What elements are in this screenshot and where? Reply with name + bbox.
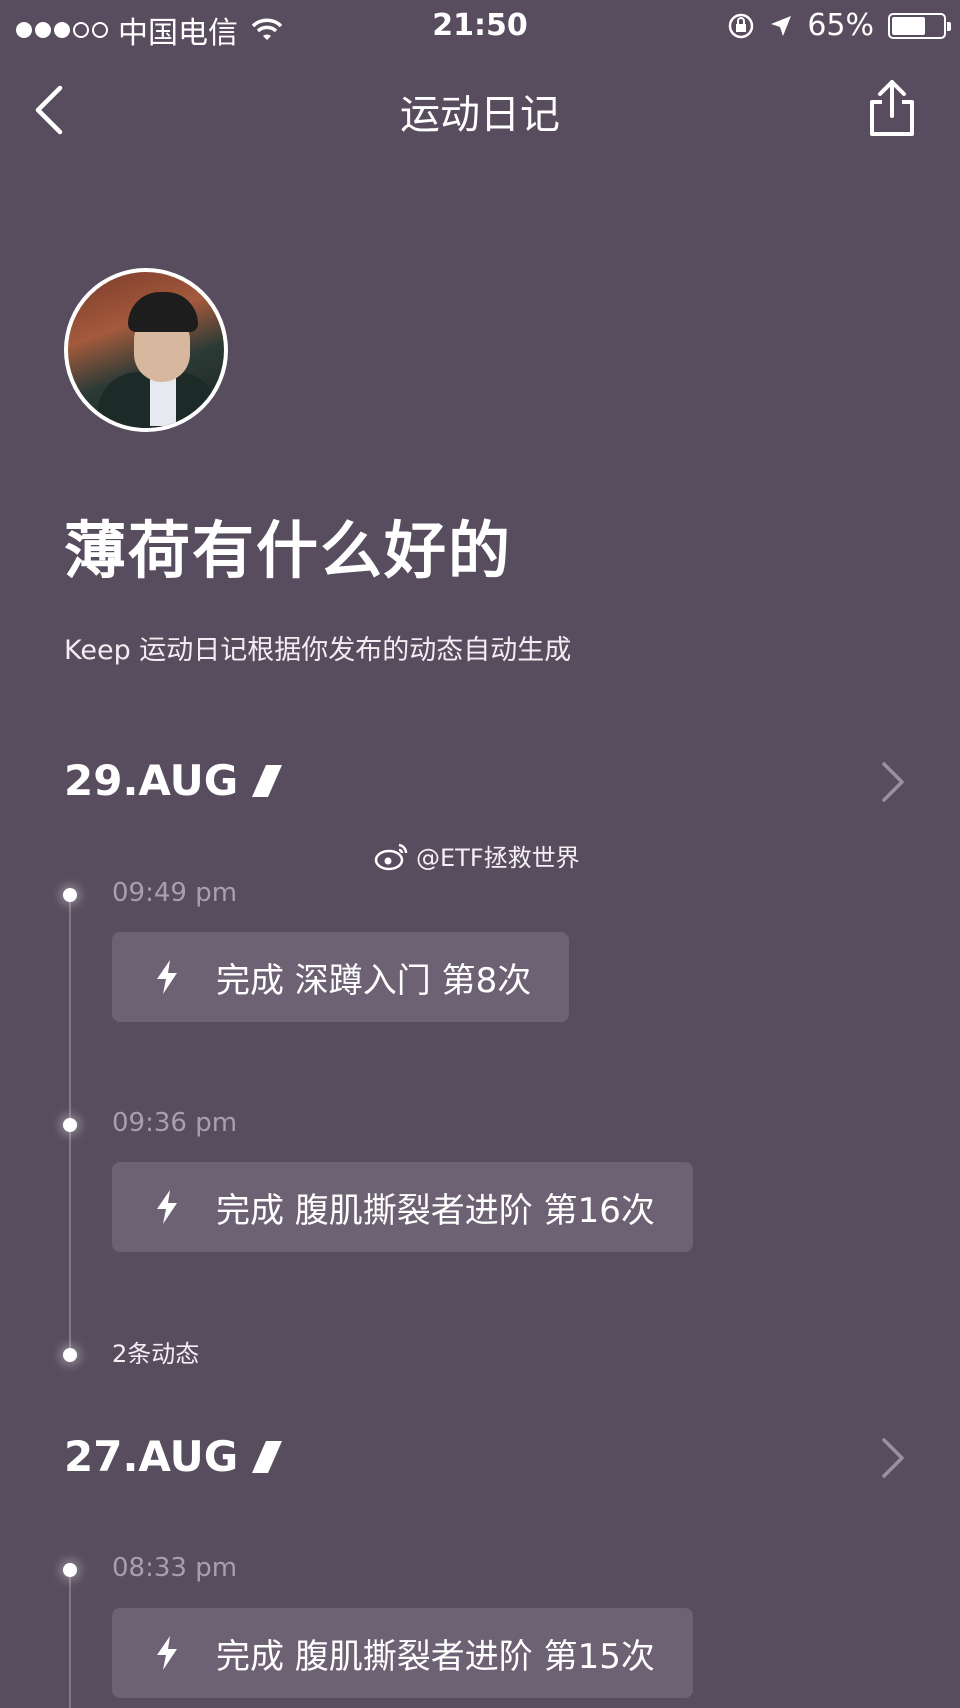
rotation-lock-icon bbox=[729, 13, 754, 38]
username: 薄荷有什么好的 bbox=[64, 514, 513, 587]
watermark: @ETF拯救世界 bbox=[374, 838, 580, 873]
status-bar: 中国电信 21:50 65% bbox=[0, 0, 960, 54]
slash-icon bbox=[252, 764, 283, 797]
entry-time: 09:49 pm bbox=[112, 878, 238, 908]
nav-bar: 运动日记 bbox=[0, 60, 960, 156]
timeline-dot bbox=[63, 1118, 77, 1132]
activity-card[interactable]: 完成 腹肌撕裂者进阶 第16次 bbox=[112, 1162, 693, 1252]
entry-count[interactable]: 2条动态 bbox=[112, 1334, 199, 1369]
activity-card[interactable]: 完成 深蹲入门 第8次 bbox=[112, 932, 570, 1022]
timeline-dot bbox=[63, 888, 77, 902]
lightning-bolt-icon bbox=[157, 960, 177, 994]
timeline-line bbox=[69, 1568, 71, 1708]
chevron-right-icon[interactable] bbox=[878, 1436, 908, 1480]
battery-icon bbox=[888, 12, 951, 39]
battery-percent: 65% bbox=[807, 8, 874, 43]
watermark-text: @ETF拯救世界 bbox=[416, 844, 580, 872]
entry-time: 08:33 pm bbox=[112, 1553, 238, 1583]
activity-text: 完成 腹肌撕裂者进阶 第16次 bbox=[216, 1190, 655, 1231]
date-header[interactable]: 27.AUG bbox=[64, 1432, 283, 1481]
chevron-right-icon[interactable] bbox=[878, 760, 908, 804]
page-title: 运动日记 bbox=[400, 92, 560, 138]
entry-time: 09:36 pm bbox=[112, 1108, 238, 1138]
battery-level bbox=[892, 16, 925, 35]
timeline-dot bbox=[63, 1563, 77, 1577]
date-label: 29.AUG bbox=[64, 756, 239, 805]
timeline-dot bbox=[63, 1348, 77, 1362]
avatar[interactable] bbox=[64, 268, 228, 432]
share-icon[interactable] bbox=[862, 76, 922, 140]
status-right: 65% bbox=[727, 8, 951, 43]
activity-text: 完成 深蹲入门 第8次 bbox=[216, 960, 532, 1001]
location-arrow-icon bbox=[771, 15, 792, 36]
slash-icon bbox=[252, 1440, 283, 1473]
activity-card[interactable]: 完成 腹肌撕裂者进阶 第15次 bbox=[112, 1608, 693, 1698]
subtitle: Keep 运动日记根据你发布的动态自动生成 bbox=[64, 635, 572, 666]
date-label: 27.AUG bbox=[64, 1432, 239, 1481]
activity-text: 完成 腹肌撕裂者进阶 第15次 bbox=[216, 1636, 655, 1677]
weibo-icon bbox=[374, 843, 408, 870]
lightning-bolt-icon bbox=[157, 1636, 177, 1670]
lightning-bolt-icon bbox=[157, 1190, 177, 1224]
date-header[interactable]: 29.AUG bbox=[64, 756, 283, 805]
